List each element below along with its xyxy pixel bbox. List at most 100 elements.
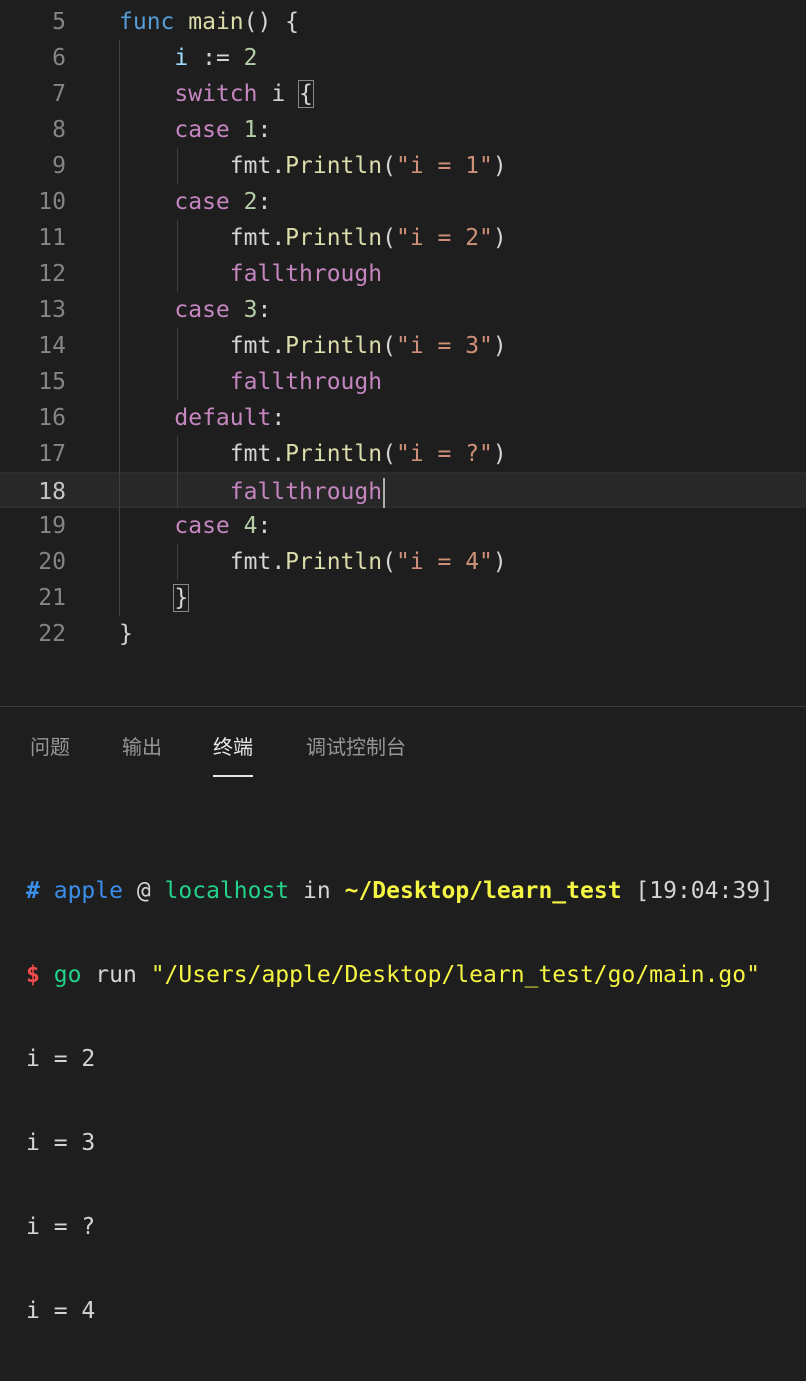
code-token: default xyxy=(174,405,272,431)
tab-output[interactable]: 输出 xyxy=(122,729,162,775)
code-text: case 2: xyxy=(119,184,271,220)
terminal-output-line: i = ? xyxy=(26,1214,96,1240)
line-number: 9 xyxy=(52,153,66,179)
code-token: fallthrough xyxy=(229,261,383,287)
code-line[interactable]: 19 case 4: xyxy=(0,508,806,544)
code-token: switch xyxy=(174,81,258,107)
code-token: 3 xyxy=(243,297,258,323)
prompt-user: apple xyxy=(53,878,123,904)
code-token: ) xyxy=(492,225,507,251)
line-number: 19 xyxy=(38,513,66,539)
code-line[interactable]: 11 fmt.Println("i = 2") xyxy=(0,220,806,256)
terminal-output-line: i = 2 xyxy=(26,1046,96,1072)
code-token: ) xyxy=(492,549,507,575)
code-token: 2 xyxy=(243,45,258,71)
code-token: i xyxy=(257,81,300,107)
code-line[interactable]: 7 switch i { xyxy=(0,76,806,112)
code-token: func xyxy=(119,9,175,35)
code-token: Println xyxy=(285,441,383,467)
line-number: 5 xyxy=(52,9,66,35)
code-token: := xyxy=(188,45,244,71)
code-token: ) xyxy=(492,153,507,179)
tab-terminal[interactable]: 终端 xyxy=(213,729,253,777)
code-line[interactable]: 15 fallthrough xyxy=(0,364,806,400)
code-token: ) xyxy=(492,333,507,359)
code-line[interactable]: 20 fmt.Println("i = 4") xyxy=(0,544,806,580)
code-text: default: xyxy=(119,400,285,436)
line-number: 21 xyxy=(38,585,66,611)
code-line[interactable]: 9 fmt.Println("i = 1") xyxy=(0,148,806,184)
code-token: fmt. xyxy=(119,441,286,467)
indent-guide xyxy=(177,220,178,292)
code-text: func main() { xyxy=(119,4,299,40)
code-line[interactable]: 12 fallthrough xyxy=(0,256,806,292)
code-token: fallthrough xyxy=(229,369,383,395)
code-line[interactable]: 5 func main() { xyxy=(0,4,806,40)
code-token: ( xyxy=(382,333,396,359)
code-token: : xyxy=(257,513,272,539)
code-line[interactable]: 6 i := 2 xyxy=(0,40,806,76)
line-number: 10 xyxy=(38,189,66,215)
command-subcommand: run xyxy=(95,962,137,988)
code-line[interactable]: 14 fmt.Println("i = 3") xyxy=(0,328,806,364)
code-editor[interactable]: 5 func main() {6 i := 27 switch i {8 case… xyxy=(0,0,806,704)
code-text: case 3: xyxy=(119,292,271,328)
code-token: Println xyxy=(285,333,383,359)
line-number: 22 xyxy=(38,621,66,647)
code-token: case xyxy=(174,297,230,323)
code-token: : xyxy=(257,117,272,143)
line-number: 7 xyxy=(52,81,66,107)
code-line[interactable]: 21 } xyxy=(0,580,806,616)
code-token: : xyxy=(257,189,272,215)
code-token: () { xyxy=(243,9,300,35)
terminal-output[interactable]: # apple @ localhost in ~/Desktop/learn_t… xyxy=(26,821,774,1381)
code-line[interactable]: 8 case 1: xyxy=(0,112,806,148)
code-text: switch i { xyxy=(119,76,314,112)
tab-debug-console[interactable]: 调试控制台 xyxy=(306,729,406,775)
code-token: Println xyxy=(285,549,383,575)
line-number: 17 xyxy=(38,441,66,467)
code-token: 1 xyxy=(243,117,258,143)
prompt-host: localhost xyxy=(164,878,290,904)
terminal-prompt-line: # apple @ localhost in ~/Desktop/learn_t… xyxy=(26,877,774,905)
command-argument: "/Users/apple/Desktop/learn_test/go/main… xyxy=(150,962,760,988)
code-token: fmt. xyxy=(119,549,286,575)
code-token: fmt. xyxy=(119,333,286,359)
code-token: } xyxy=(119,621,133,647)
text-cursor xyxy=(383,477,386,508)
line-number: 13 xyxy=(38,297,66,323)
code-text: i := 2 xyxy=(119,40,258,76)
tab-problems[interactable]: 问题 xyxy=(30,729,70,775)
line-number: 18 xyxy=(38,479,66,505)
code-token: ( xyxy=(382,225,396,251)
code-text: case 4: xyxy=(119,508,271,544)
panel-tabs: 问题 输出 终端 调试控制台 xyxy=(0,707,806,783)
indent-guide xyxy=(177,148,178,184)
code-line[interactable]: 10 case 2: xyxy=(0,184,806,220)
code-line[interactable]: 16 default: xyxy=(0,400,806,436)
prompt-cwd: ~/Desktop/learn_test xyxy=(344,878,622,904)
line-number: 11 xyxy=(38,225,66,251)
code-token: } xyxy=(173,584,190,612)
code-line[interactable]: 17 fmt.Println("i = ?") xyxy=(0,436,806,472)
code-line[interactable]: 18 fallthrough xyxy=(0,472,806,508)
prompt-time: [19:04:39] xyxy=(635,878,774,904)
code-line[interactable]: 13 case 3: xyxy=(0,292,806,328)
code-line[interactable]: 22} xyxy=(0,616,806,652)
code-token: ) xyxy=(492,441,507,467)
code-token: ( xyxy=(382,549,396,575)
code-text: } xyxy=(119,580,190,616)
